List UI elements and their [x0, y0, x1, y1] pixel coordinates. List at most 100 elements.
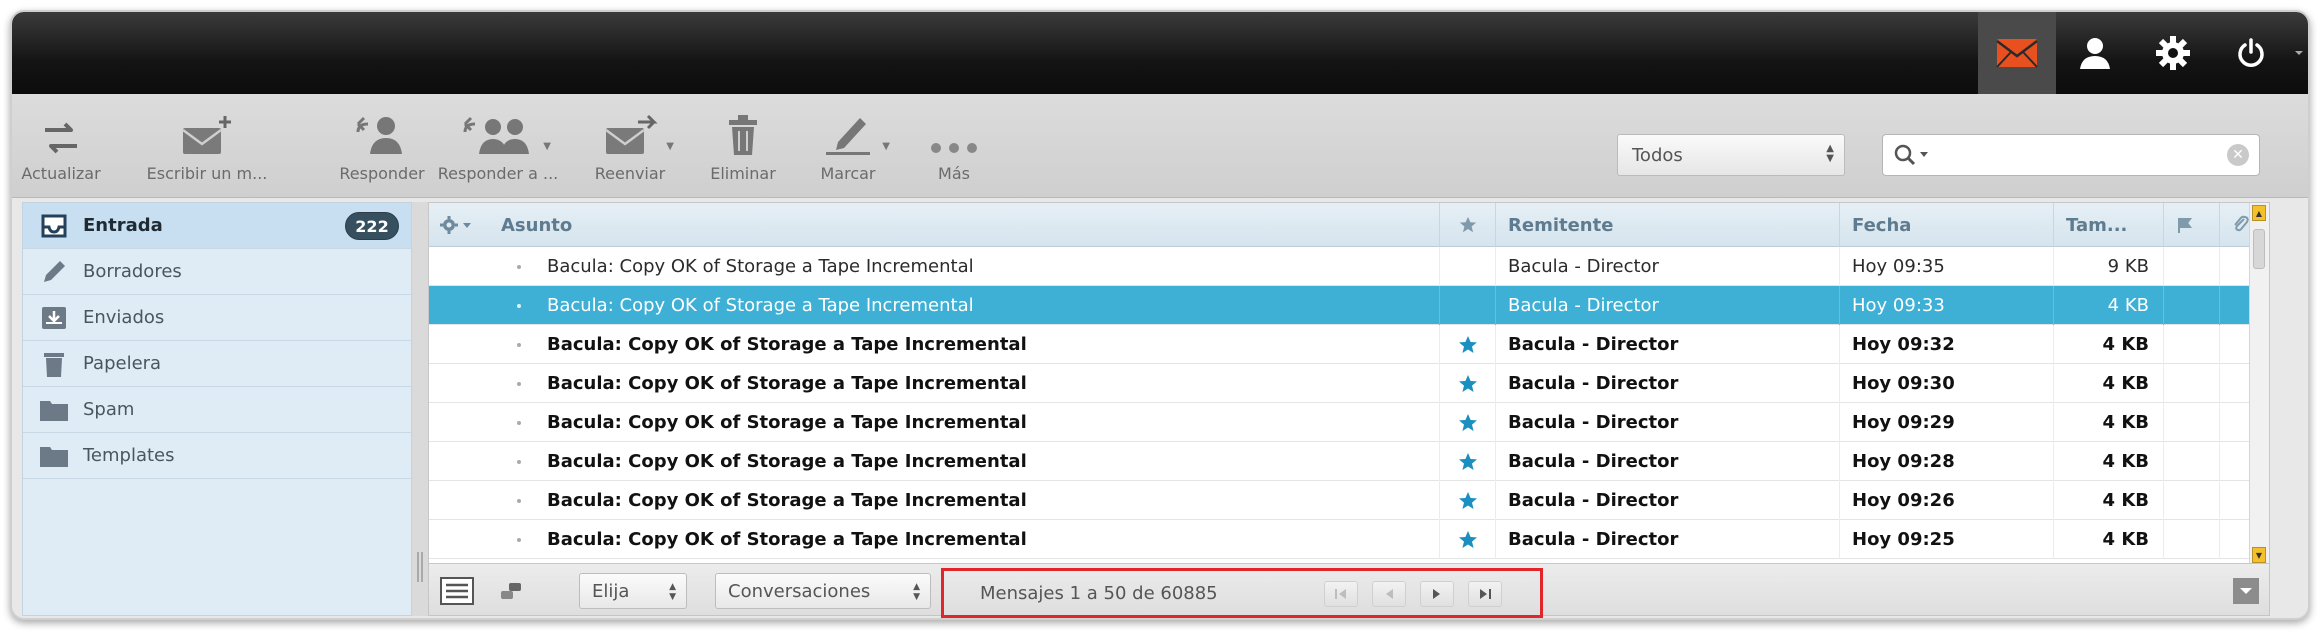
sent-icon	[39, 304, 69, 332]
table-row[interactable]: Bacula: Copy OK of Storage a Tape Increm…	[429, 481, 2269, 520]
threads-icon	[501, 583, 521, 599]
scroll-down-icon[interactable]: ▼	[2252, 547, 2266, 563]
flag-toggle[interactable]	[1439, 364, 1495, 403]
forward-dropdown-icon[interactable]: ▼	[666, 141, 674, 152]
last-page-button[interactable]	[1468, 581, 1502, 607]
message-date: Hoy 09:26	[1839, 481, 2053, 520]
pane-splitter[interactable]	[412, 202, 428, 616]
reply-all-dropdown-icon[interactable]: ▼	[543, 141, 551, 152]
folder-drafts[interactable]: Borradores	[23, 249, 411, 295]
table-row[interactable]: Bacula: Copy OK of Storage a Tape Increm…	[429, 442, 2269, 481]
flag-toggle[interactable]	[1439, 325, 1495, 364]
flag-toggle[interactable]	[1439, 481, 1495, 520]
star-icon	[1458, 374, 1478, 394]
compose-button[interactable]: Escribir un m...	[142, 106, 272, 190]
mark-dropdown-icon[interactable]: ▼	[882, 141, 890, 152]
mail-nav-button[interactable]	[1978, 12, 2056, 94]
status-cell[interactable]	[2163, 481, 2219, 520]
prev-page-button[interactable]	[1372, 581, 1406, 607]
flag-toggle[interactable]	[1439, 403, 1495, 442]
list-view-button[interactable]	[439, 574, 475, 608]
table-row[interactable]: Bacula: Copy OK of Storage a Tape Increm…	[429, 325, 2269, 364]
contacts-nav-button[interactable]	[2056, 12, 2134, 94]
folder-trash[interactable]: Papelera	[23, 341, 411, 387]
filter-select[interactable]: Todos ▲ ▼	[1617, 134, 1845, 176]
first-page-icon	[1335, 589, 1346, 599]
table-row[interactable]: Bacula: Copy OK of Storage a Tape Increm…	[429, 403, 2269, 442]
column-from[interactable]: Remitente	[1495, 203, 1839, 247]
refresh-button[interactable]: Actualizar	[21, 106, 101, 190]
search-icon[interactable]	[1893, 143, 1933, 167]
folder-sent[interactable]: Enviados	[23, 295, 411, 341]
reply-button[interactable]: Responder	[334, 106, 430, 190]
status-cell[interactable]	[2163, 520, 2219, 559]
splitter-grip[interactable]	[417, 552, 423, 582]
table-row[interactable]: Bacula: Copy OK of Storage a Tape Increm…	[429, 520, 2269, 559]
thread-dot-icon	[517, 460, 521, 464]
folder-spam[interactable]: Spam	[23, 387, 411, 433]
message-from: Bacula - Director	[1495, 325, 1839, 364]
flag-toggle[interactable]	[1439, 442, 1495, 481]
reply-all-icon: ▼	[459, 106, 551, 156]
flag-toggle[interactable]	[1439, 247, 1495, 286]
select-dropdown[interactable]: Elija ▲ ▼	[579, 573, 687, 609]
message-subject: Bacula: Copy OK of Storage a Tape Increm…	[429, 247, 1439, 286]
refresh-icon	[41, 106, 81, 156]
mark-icon: ▼	[820, 106, 890, 156]
search-input[interactable]	[1939, 137, 2227, 173]
status-cell[interactable]	[2163, 442, 2219, 481]
message-size: 4 KB	[2053, 364, 2163, 403]
status-cell[interactable]	[2163, 286, 2219, 325]
message-size: 4 KB	[2053, 481, 2163, 520]
column-attachment[interactable]	[2219, 203, 2251, 247]
status-cell[interactable]	[2163, 247, 2219, 286]
inbox-icon	[39, 212, 69, 240]
message-date: Hoy 09:30	[1839, 364, 2053, 403]
star-icon	[1458, 491, 1478, 511]
status-cell[interactable]	[2163, 364, 2219, 403]
forward-button[interactable]: ▼ Reenviar	[588, 106, 674, 190]
app-window: Actualizar Escribir un m... Responder ▼ …	[10, 10, 2310, 620]
thread-dot-icon	[517, 265, 521, 269]
table-row[interactable]: Bacula: Copy OK of Storage a Tape Increm…	[429, 247, 2269, 286]
folder-inbox[interactable]: Entrada 222	[23, 203, 411, 249]
pagination-count: Mensajes 1 a 50 de 60885	[980, 583, 1218, 604]
scroll-thumb[interactable]	[2253, 229, 2265, 269]
flag-toggle[interactable]	[1439, 286, 1495, 325]
column-subject[interactable]: Asunto	[489, 203, 1439, 247]
thread-view-button[interactable]	[493, 574, 529, 608]
table-row[interactable]: Bacula: Copy OK of Storage a Tape Increm…	[429, 286, 2269, 325]
more-button[interactable]: Más	[912, 106, 996, 190]
next-page-button[interactable]	[1420, 581, 1454, 607]
column-size[interactable]: Tam...	[2053, 203, 2163, 247]
threads-dropdown[interactable]: Conversaciones ▲ ▼	[715, 573, 931, 609]
message-list-scrollbar[interactable]: ▲ ▼	[2249, 203, 2269, 563]
column-date[interactable]: Fecha	[1839, 203, 2053, 247]
message-subject: Bacula: Copy OK of Storage a Tape Increm…	[429, 403, 1439, 442]
message-subject: Bacula: Copy OK of Storage a Tape Increm…	[429, 481, 1439, 520]
reply-all-button[interactable]: ▼ Responder a ...	[438, 106, 558, 190]
list-options-button[interactable]	[429, 203, 489, 247]
settings-nav-button[interactable]	[2134, 12, 2212, 94]
table-row[interactable]: Bacula: Copy OK of Storage a Tape Increm…	[429, 364, 2269, 403]
scroll-up-icon[interactable]: ▲	[2252, 205, 2266, 221]
logout-nav-button[interactable]	[2212, 12, 2290, 94]
prev-page-icon	[1386, 589, 1393, 599]
status-cell[interactable]	[2163, 403, 2219, 442]
mark-button[interactable]: ▼ Marcar	[806, 106, 890, 190]
thread-dot-icon	[517, 499, 521, 503]
clear-search-icon[interactable]: ✕	[2227, 144, 2249, 166]
column-status[interactable]	[2163, 203, 2219, 247]
delete-button[interactable]: Eliminar	[698, 106, 788, 190]
flag-toggle[interactable]	[1439, 520, 1495, 559]
message-size: 9 KB	[2053, 247, 2163, 286]
updown-arrows-icon: ▲ ▼	[913, 582, 920, 602]
toggle-preview-button[interactable]	[2233, 578, 2259, 604]
column-flag[interactable]	[1439, 203, 1495, 247]
chevron-down-icon	[2240, 588, 2252, 594]
nav-menu-caret[interactable]	[2290, 12, 2308, 94]
first-page-button[interactable]	[1324, 581, 1358, 607]
status-cell[interactable]	[2163, 325, 2219, 364]
message-subject: Bacula: Copy OK of Storage a Tape Increm…	[429, 520, 1439, 559]
folder-templates[interactable]: Templates	[23, 433, 411, 479]
